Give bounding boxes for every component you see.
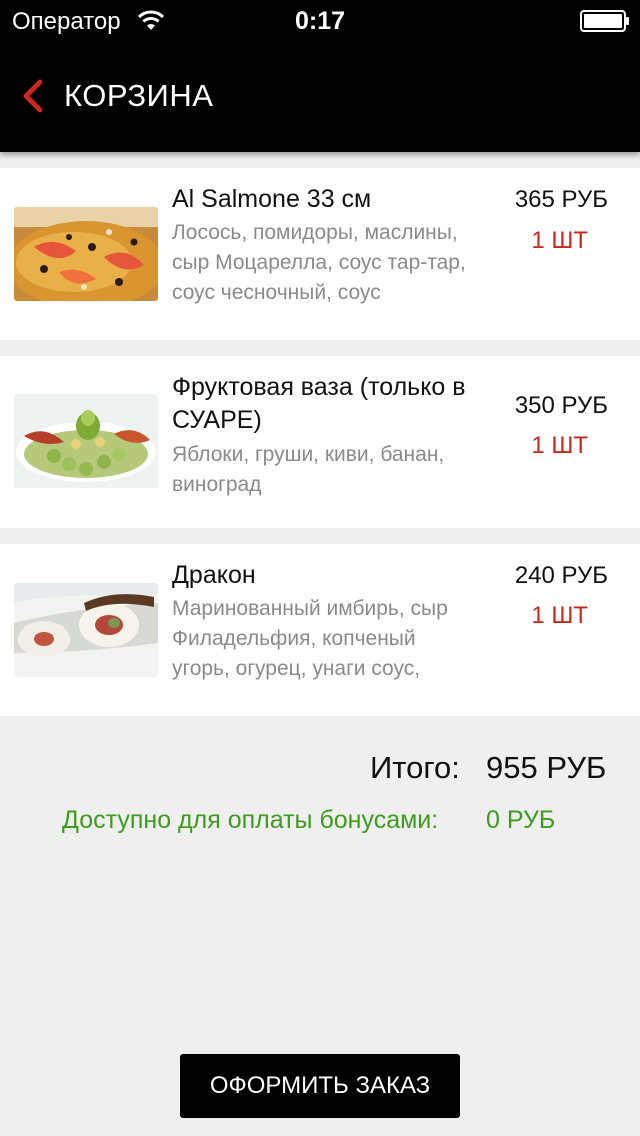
bonus-label: Доступно для оплаты бонусами:	[62, 806, 439, 834]
item-quantity[interactable]: 1 ШТ	[531, 432, 588, 460]
item-name: Al Salmone 33 см	[172, 185, 372, 213]
status-bar: Оператор 0:17	[0, 0, 640, 40]
nav-bar: КОРЗИНА	[0, 40, 640, 152]
pizza-image	[14, 207, 158, 301]
cart-item[interactable]: Фруктовая ваза (только в СУАРЕ) Яблоки, …	[0, 356, 640, 528]
battery-icon	[580, 10, 629, 32]
item-name: Дракон	[172, 561, 256, 589]
status-time: 0:17	[294, 7, 346, 35]
item-description: Лосось, помидоры, маслины, сыр Моцарелла…	[172, 221, 466, 304]
bonus-value: 0 РУБ	[486, 806, 556, 834]
item-quantity[interactable]: 1 ШТ	[531, 602, 588, 630]
place-order-button[interactable]: ОФОРМИТЬ ЗАКАЗ	[180, 1054, 460, 1118]
item-quantity[interactable]: 1 ШТ	[531, 227, 588, 255]
item-description: Яблоки, груши, киви, банан, виноград	[172, 443, 445, 496]
total-label: Итого:	[370, 750, 460, 785]
item-description: Маринованный имбирь, сыр Филадельфия, ко…	[172, 597, 448, 680]
cart-item[interactable]: Дракон Маринованный имбирь, сыр Филадель…	[0, 544, 640, 716]
page-title: КОРЗИНА	[64, 78, 214, 113]
item-price: 350 РУБ	[514, 392, 608, 419]
cart-item[interactable]: Al Salmone 33 см Лосось, помидоры, масли…	[0, 168, 640, 340]
fruit-plate-image	[14, 394, 158, 488]
total-value: 955 РУБ	[486, 750, 607, 785]
item-price: 240 РУБ	[514, 562, 608, 589]
sushi-roll-image	[14, 583, 158, 677]
chevron-left-icon[interactable]	[18, 78, 46, 114]
item-name: Фруктовая ваза (только в СУАРЕ)	[172, 373, 466, 434]
item-price: 365 РУБ	[514, 186, 608, 213]
